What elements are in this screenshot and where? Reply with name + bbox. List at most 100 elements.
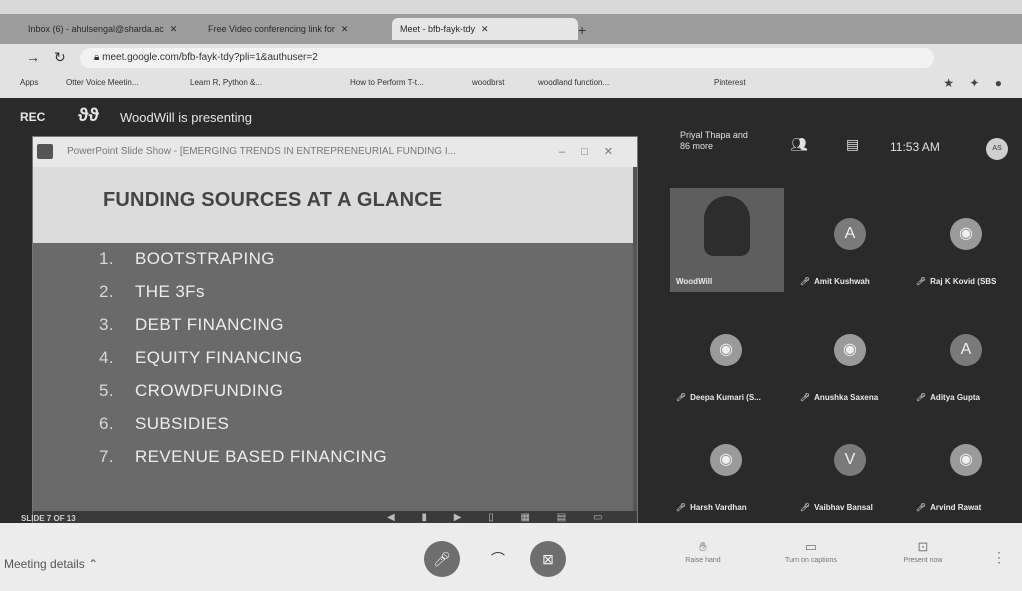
extension-icons[interactable]: ★ ✦ ● (943, 76, 1008, 90)
participant-tile[interactable]: V 🎤︎ Vaibhav Bansal (794, 414, 908, 518)
participant-tile[interactable]: WoodWill (670, 188, 784, 292)
close-icon[interactable]: ✕ (341, 24, 349, 34)
camera-toggle-button[interactable]: ⊠ (530, 541, 566, 577)
participant-tile[interactable]: ◉ 🎤︎ Deepa Kumari (S... (670, 304, 784, 408)
bookmark-pinterest[interactable]: Pinterest (714, 78, 746, 87)
bookmarks-bar: Apps Otter Voice Meetin... Learn R, Pyth… (0, 72, 1022, 99)
participant-tile[interactable]: ◉ 🎤︎ Arvind Rawat (910, 414, 1022, 518)
forward-icon[interactable]: → (26, 49, 40, 65)
participant-tile[interactable]: ◉ 🎤︎ Harsh Vardhan (670, 414, 784, 518)
bookmark-woodland[interactable]: woodland function... (538, 78, 609, 87)
bookmark-woodbrst[interactable]: woodbrst (472, 78, 504, 87)
meeting-details-button[interactable]: Meeting details ⌃ (4, 557, 98, 571)
slide-header: FUNDING SOURCES AT A GLANCE (33, 167, 633, 243)
present-icon: ⊡ (917, 539, 929, 554)
chevron-up-icon: ⌃ (88, 557, 99, 571)
mic-off-icon: 🎤︎ (676, 393, 687, 402)
bookmark-apps[interactable]: Apps (20, 78, 38, 87)
participant-name: Anushka Saxena (814, 393, 879, 402)
video-feed (704, 196, 750, 256)
avatar[interactable]: AS (986, 138, 1008, 160)
list-item: 2. THE 3Fs (99, 282, 205, 301)
captions-button[interactable]: ▭ Turn on captions (776, 539, 846, 564)
bookmark-t-test[interactable]: How to Perform T-t... (350, 78, 424, 87)
presenter-logo-icon: ϑϑ (78, 105, 99, 125)
participant-name: Arvind Rawat (930, 503, 982, 512)
meeting-control-bar: Meeting details ⌃ 🎤︎ ⌒ ⊠ ✋︎ Raise hand ▭ T… (0, 523, 1022, 591)
lock-icon: 🔒︎ (94, 52, 103, 63)
window-controls[interactable]: –□✕ (559, 137, 629, 167)
avatar: A (834, 218, 866, 250)
powerpoint-icon (37, 144, 53, 159)
tab-label: Free Video conferencing link for (208, 24, 335, 34)
slide-title: FUNDING SOURCES AT A GLANCE (103, 189, 443, 211)
list-item: 6. SUBSIDIES (99, 414, 230, 433)
present-button[interactable]: ⊡ Present now (888, 539, 958, 564)
tab-label: Meet - bfb-fayk-tdy (400, 24, 476, 34)
mic-toggle-button[interactable]: 🎤︎ (424, 541, 460, 577)
participant-tile[interactable]: ◉ 🎤︎ Raj K Kovid (SBS (910, 188, 1022, 292)
slide-body: 1. BOOTSTRAPING 2. THE 3Fs 3. DEBT FINANCIN… (33, 243, 633, 511)
people-icon[interactable]: 👥︎ (790, 136, 808, 153)
participant-name: Vaibhav Bansal (814, 503, 873, 512)
participant-tile[interactable]: A 🎤︎ Amit Kushwah (794, 188, 908, 292)
participants-header: Priyal Thapa and 86 more 👥︎ ▤ 11:53 AM A… (650, 128, 1022, 174)
mic-off-icon: 🎤︎ (916, 277, 927, 286)
url-input[interactable]: 🔒︎ meet.google.com/bfb-fayk-tdy?pli=1&au… (80, 48, 934, 68)
list-item: 7. REVENUE BASED FINANCING (99, 447, 387, 466)
participant-name: WoodWill (676, 277, 713, 286)
tab-video-link[interactable]: Free Video conferencing link for ✕ (200, 18, 396, 40)
mic-off-icon: 🎤︎ (800, 393, 811, 402)
participant-name: Harsh Vardhan (690, 503, 747, 512)
list-item: 1. BOOTSTRAPING (99, 249, 275, 268)
more-options-icon[interactable]: ⋮ (992, 549, 1006, 566)
tab-inbox[interactable]: Inbox (6) - ahulsengal@sharda.ac ✕ (20, 18, 206, 40)
leave-call-button[interactable]: ⌒ (480, 541, 516, 577)
presenter-bar: REC ϑϑ WoodWill is presenting (0, 98, 640, 138)
funding-list: 1. BOOTSTRAPING 2. THE 3Fs 3. DEBT FINANCIN… (99, 249, 387, 480)
mic-off-icon: 🎤︎ (916, 393, 927, 402)
bookmark-learn-r[interactable]: Learn R, Python &... (190, 78, 262, 87)
captions-icon: ▭ (804, 539, 818, 554)
slideshow-nav-icons[interactable]: ◀ ▮ ▶ ▯ ▦ ▤ ▭ (387, 512, 614, 523)
reload-icon[interactable]: ↻ (54, 49, 66, 66)
participant-name: Deepa Kumari (S... (690, 393, 761, 402)
participant-name: Aditya Gupta (930, 393, 980, 402)
participant-tile[interactable]: A 🎤︎ Aditya Gupta (910, 304, 1022, 408)
close-icon[interactable]: ✕ (481, 24, 489, 34)
list-item: 4. EQUITY FINANCING (99, 348, 303, 367)
close-icon[interactable]: ✕ (170, 24, 178, 34)
bookmark-otter[interactable]: Otter Voice Meetin... (66, 78, 138, 87)
meet-area: REC ϑϑ WoodWill is presenting PowerPoint… (0, 98, 1022, 591)
screen: Inbox (6) - ahulsengal@sharda.ac ✕ Free V… (0, 0, 1022, 591)
hand-icon: ✋︎ (699, 539, 707, 554)
mic-off-icon: 🎤︎ (800, 277, 811, 286)
url-text: meet.google.com/bfb-fayk-tdy?pli=1&authu… (102, 52, 318, 63)
avatar: V (834, 444, 866, 476)
participant-name: Amit Kushwah (814, 277, 870, 286)
mic-off-icon: 🎤︎ (676, 503, 687, 512)
recording-label: REC (20, 110, 46, 124)
slideshow-window: PowerPoint Slide Show - [EMERGING TRENDS… (21, 136, 638, 530)
slideshow-window-title: PowerPoint Slide Show - [EMERGING TRENDS… (67, 146, 456, 157)
raise-hand-button[interactable]: ✋︎ Raise hand (668, 539, 738, 564)
hang-up-icon: ⌒ (491, 551, 505, 567)
presenting-text: WoodWill is presenting (120, 110, 252, 125)
participant-tile[interactable]: ◉ 🎤︎ Anushka Saxena (794, 304, 908, 408)
tab-meet[interactable]: Meet - bfb-fayk-tdy ✕ (392, 18, 578, 40)
mic-off-icon: 🎤︎ (800, 503, 811, 512)
new-tab-icon[interactable]: + (578, 22, 586, 38)
participants-summary: Priyal Thapa and 86 more (680, 130, 748, 151)
slideshow-titlebar: PowerPoint Slide Show - [EMERGING TRENDS… (33, 137, 637, 167)
camera-off-icon: ⊠ (542, 551, 554, 567)
avatar: ◉ (950, 218, 982, 250)
slide-counter: SLIDE 7 OF 13 (21, 514, 76, 523)
participant-name: Raj K Kovid (SBS (930, 277, 997, 286)
avatar: ◉ (710, 444, 742, 476)
list-item: 5. CROWDFUNDING (99, 381, 284, 400)
avatar: ◉ (950, 444, 982, 476)
chat-icon[interactable]: ▤ (846, 136, 859, 153)
clock-time: 11:53 AM (890, 140, 940, 154)
tab-label: Inbox (6) - ahulsengal@sharda.ac (28, 24, 164, 34)
avatar: ◉ (710, 334, 742, 366)
